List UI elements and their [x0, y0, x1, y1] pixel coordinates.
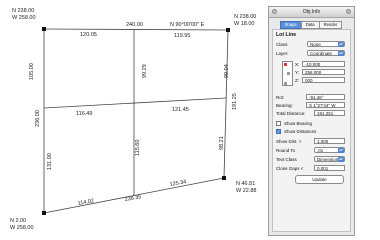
text-class-select[interactable]: Dimension ▴▾ — [314, 156, 345, 162]
y-label: Y: — [295, 70, 300, 75]
class-row: Class: None ▴▾ — [276, 41, 347, 48]
close-gaps-field[interactable]: 0.001 — [314, 165, 345, 171]
obj-info-panel: Obj Info Shape Data Render Lot Line Clas… — [268, 6, 355, 236]
x-label: X: — [295, 62, 300, 67]
rot-label: Rot: — [276, 95, 285, 100]
corner-point-bottom-left[interactable] — [42, 211, 46, 215]
dim-top-seg1: 120.05 — [80, 32, 97, 38]
class-select[interactable]: None ▴▾ — [307, 41, 345, 47]
text-class-row: Text Class Dimension ▴▾ — [276, 156, 347, 163]
middle-line[interactable] — [43, 97, 227, 109]
bearing-top: N 90°00'00" E — [170, 22, 205, 28]
close-gaps-row: Close Gaps < 0.001 — [276, 165, 347, 172]
show-bearing-row[interactable]: Show Bearing — [276, 120, 347, 127]
corner-point-top-left[interactable] — [42, 27, 46, 31]
show-dist-label: Show Dist. > — [276, 139, 302, 144]
update-button[interactable]: Update — [295, 175, 344, 184]
round-to-row: Round To .01 ▴▾ — [276, 147, 347, 154]
bearing-label: Bearing: — [276, 103, 293, 108]
total-distance-field[interactable]: 191.251 — [314, 110, 345, 116]
layer-row: Layer: Coordinate ▴▾ — [276, 50, 347, 57]
round-to-value: .01 — [317, 148, 324, 153]
dim-left-upper: 105.00 — [29, 63, 35, 80]
tab-render[interactable]: Render — [318, 21, 343, 29]
tab-data[interactable]: Data — [300, 21, 320, 29]
show-dist-field[interactable]: 1.000 — [314, 138, 345, 144]
text-class-value: Dimension — [317, 157, 339, 162]
round-to-label: Round To — [276, 148, 296, 153]
panel-titlebar[interactable]: Obj Info — [269, 7, 354, 18]
corner-bottom-left-west: W 258.00 — [10, 225, 34, 231]
corner-point-bottom-right[interactable] — [222, 176, 226, 180]
x-field[interactable]: -10.000 — [302, 61, 345, 67]
show-bearing-checkbox[interactable] — [276, 120, 281, 126]
drawing-canvas[interactable]: N 238.00 W 258.00 N 238.00 W 18.00 N 46.… — [0, 0, 270, 240]
dim-left-mid: 236.00 — [35, 110, 41, 127]
show-distances-checkbox[interactable]: ✓ — [276, 128, 281, 134]
round-to-select[interactable]: .01 ▴▾ — [314, 147, 345, 153]
dim-top-mid: 240.00 — [126, 22, 143, 28]
corner-bottom-left-north: N 2.00 — [10, 218, 26, 224]
panel-tabs: Shape Data Render — [269, 21, 354, 29]
reference-dot-icon[interactable] — [284, 82, 287, 85]
dim-left-lower: 131.00 — [47, 153, 53, 170]
corner-point-top-right[interactable] — [226, 28, 230, 32]
y-field[interactable]: 258.000 — [302, 69, 345, 75]
panel-title: Obj Info — [302, 9, 321, 15]
layer-label: Layer: — [276, 51, 289, 56]
chevron-updown-icon: ▴▾ — [338, 148, 344, 153]
corner-top-left-north: N 238.00 — [12, 8, 34, 14]
rot-row: Rot: -91.46° — [276, 94, 347, 101]
corner-top-right-west: W 18.00 — [234, 21, 254, 27]
layer-select[interactable]: Coordinate ▴▾ — [307, 50, 345, 56]
show-distances-label: Show Distances — [284, 129, 317, 134]
show-bearing-label: Show Bearing — [284, 121, 313, 126]
reference-dot-icon[interactable] — [287, 72, 290, 75]
corner-top-right-north: N 238.00 — [234, 14, 256, 20]
bearing-row: Bearing: S 1°27'44" W — [276, 102, 347, 109]
chevron-updown-icon: ▴▾ — [338, 51, 344, 56]
dim-bottom-total: 238.35 — [124, 194, 142, 203]
class-label: Class: — [276, 42, 289, 47]
dim-mid-left: 116.49 — [76, 111, 92, 117]
show-distances-row[interactable]: ✓ Show Distances — [276, 128, 347, 135]
total-distance-label: Total Distance: — [276, 111, 306, 116]
dim-mid-right: 121.45 — [172, 107, 189, 113]
z-label: Z: — [295, 78, 299, 83]
dim-bottom-seg1: 114.02 — [77, 198, 94, 207]
corner-bottom-right-west: W 22.88 — [236, 188, 256, 194]
reference-dot-icon[interactable] — [284, 63, 287, 66]
layer-value: Coordinate — [310, 51, 333, 56]
dim-center-upper: 99.29 — [142, 64, 148, 78]
dim-center-lower: 115.60 — [135, 140, 141, 156]
dim-top-seg2: 119.95 — [174, 33, 190, 39]
corner-bottom-right-north: N 46.81 — [236, 181, 255, 187]
dim-right-upper: 99.04 — [224, 64, 230, 78]
class-value: None — [310, 42, 321, 47]
show-dist-row: Show Dist. > 1.000 — [276, 138, 347, 145]
rot-field[interactable]: -91.46° — [306, 94, 345, 100]
position-block: X: -10.000 Y: 258.000 Z: 000 — [276, 61, 347, 88]
bearing-field[interactable]: S 1°27'44" W — [306, 102, 345, 108]
corner-top-left-west: W 258.00 — [12, 15, 36, 21]
right-line[interactable] — [223, 29, 229, 179]
lot-lines[interactable] — [43, 28, 229, 214]
dim-right-lower: 98.21 — [219, 136, 225, 150]
reference-point-locator[interactable] — [282, 61, 293, 86]
chevron-updown-icon: ▴▾ — [338, 157, 344, 162]
text-class-label: Text Class — [276, 157, 297, 162]
total-distance-row: Total Distance: 191.251 — [276, 110, 347, 117]
chevron-updown-icon: ▴▾ — [338, 42, 344, 47]
top-line[interactable] — [43, 28, 229, 31]
panel-body: Lot Line Class: None ▴▾ Layer: Coordinat… — [272, 29, 351, 232]
close-gaps-label: Close Gaps < — [276, 166, 304, 171]
object-type-heading: Lot Line — [276, 32, 297, 38]
dim-right-total: 191.25 — [232, 93, 238, 110]
tab-shape[interactable]: Shape — [279, 21, 302, 29]
z-field[interactable]: 000 — [302, 77, 345, 83]
